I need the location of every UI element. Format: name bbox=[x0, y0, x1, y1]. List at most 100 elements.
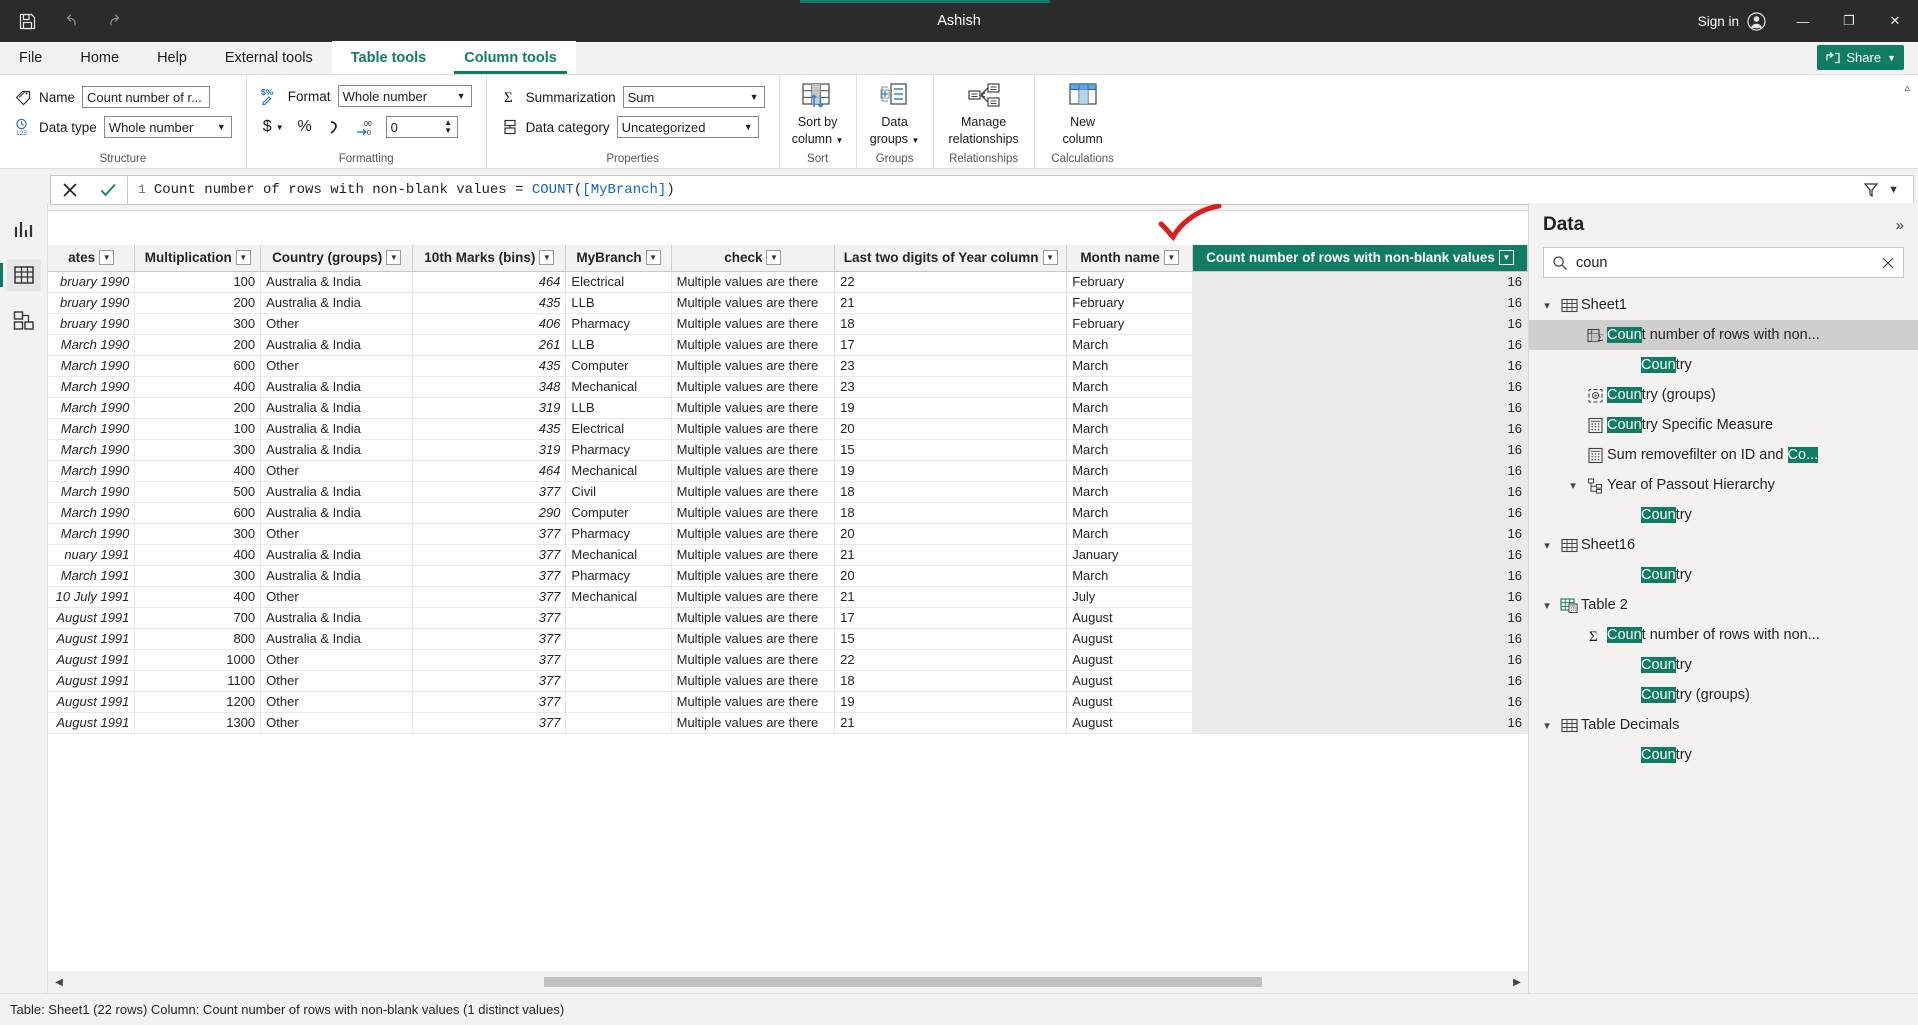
chevron-down-icon[interactable]: ▼ bbox=[1886, 184, 1907, 196]
table-cell[interactable]: Mechanical bbox=[565, 586, 672, 608]
chevron-down-icon[interactable]: ▾ bbox=[1537, 599, 1557, 612]
table-cell[interactable]: Australia & India bbox=[260, 334, 414, 356]
table-cell[interactable]: 600 bbox=[134, 502, 262, 524]
table-cell[interactable]: 300 bbox=[134, 565, 262, 587]
minimize-button[interactable]: — bbox=[1780, 0, 1826, 42]
column-filter-icon[interactable]: ▼ bbox=[645, 250, 661, 266]
field-tree-item[interactable]: ▾ Sheet1 bbox=[1529, 290, 1918, 320]
table-cell[interactable]: Multiple values are there bbox=[671, 628, 836, 650]
table-cell[interactable]: Mechanical bbox=[565, 544, 672, 566]
table-cell[interactable]: Other bbox=[260, 460, 414, 482]
table-cell[interactable]: Pharmacy bbox=[565, 523, 672, 545]
table-cell[interactable]: 435 bbox=[412, 418, 567, 440]
table-row[interactable]: March 1990 200 Australia & India 319 LLB Mult… bbox=[48, 397, 1528, 419]
table-cell[interactable]: 16 bbox=[1192, 460, 1528, 482]
column-filter-icon[interactable]: ▼ bbox=[1163, 250, 1179, 266]
data-category-select[interactable]: Uncategorized ▼ bbox=[616, 116, 759, 138]
table-cell[interactable]: January bbox=[1066, 544, 1193, 566]
column-header[interactable]: Multiplication ▼ bbox=[134, 245, 262, 272]
table-cell[interactable]: 700 bbox=[134, 607, 262, 629]
table-cell[interactable]: March bbox=[1066, 481, 1193, 503]
new-column-button[interactable]: New column bbox=[1035, 75, 1131, 149]
table-cell[interactable]: Other bbox=[260, 313, 414, 335]
table-cell[interactable]: bruary 1990 bbox=[48, 313, 136, 335]
thousands-separator-button[interactable] bbox=[324, 115, 344, 139]
table-cell[interactable]: 400 bbox=[134, 460, 262, 482]
table-cell[interactable]: 19 bbox=[834, 691, 1068, 713]
table-row[interactable]: March 1990 200 Australia & India 261 LLB Mult… bbox=[48, 334, 1528, 356]
table-cell[interactable]: August bbox=[1066, 649, 1193, 671]
table-cell[interactable]: Australia & India bbox=[260, 628, 414, 650]
table-cell[interactable]: Other bbox=[260, 670, 414, 692]
data-grid[interactable]: ates ▼ Multiplication ▼ Country (groups) ▼ 10t… bbox=[48, 245, 1528, 971]
table-row[interactable]: March 1990 300 Australia & India 319 Pharmac… bbox=[48, 439, 1528, 461]
table-cell[interactable]: 10 July 1991 bbox=[48, 586, 136, 608]
table-cell[interactable]: August 1991 bbox=[48, 670, 136, 692]
sign-in-button[interactable]: Sign in bbox=[1684, 0, 1780, 42]
table-cell[interactable]: Australia & India bbox=[260, 376, 414, 398]
table-cell[interactable]: Multiple values are there bbox=[671, 712, 836, 734]
table-cell[interactable]: Australia & India bbox=[260, 565, 414, 587]
table-cell[interactable]: Computer bbox=[565, 355, 672, 377]
close-button[interactable]: ✕ bbox=[1872, 0, 1918, 42]
field-tree-item[interactable]: Sum removefilter on ID and Co... bbox=[1529, 440, 1918, 470]
table-cell[interactable]: March bbox=[1066, 376, 1193, 398]
table-cell[interactable]: March 1990 bbox=[48, 439, 136, 461]
chevron-down-icon[interactable]: ▾ bbox=[1563, 479, 1583, 492]
table-cell[interactable]: 22 bbox=[834, 649, 1068, 671]
table-cell[interactable]: Multiple values are there bbox=[671, 376, 836, 398]
table-cell[interactable]: 16 bbox=[1192, 439, 1528, 461]
undo-icon[interactable] bbox=[56, 6, 86, 36]
save-icon[interactable] bbox=[12, 6, 42, 36]
table-cell[interactable]: Australia & India bbox=[260, 271, 414, 293]
field-tree-item[interactable]: ▾ Table 2 bbox=[1529, 590, 1918, 620]
table-cell[interactable]: 377 bbox=[412, 607, 567, 629]
stepper-arrows[interactable]: ▲ ▼ bbox=[443, 119, 454, 135]
table-cell[interactable]: 377 bbox=[412, 481, 567, 503]
table-cell[interactable]: March 1990 bbox=[48, 397, 136, 419]
horizontal-scrollbar[interactable]: ◀ ▶ bbox=[48, 971, 1528, 993]
table-cell[interactable]: Australia & India bbox=[260, 502, 414, 524]
table-cell[interactable]: 16 bbox=[1192, 649, 1528, 671]
table-row[interactable]: nuary 1991 400 Australia & India 377 Mechani… bbox=[48, 544, 1528, 566]
table-row[interactable]: August 1991 1200 Other 377 Multiple values a… bbox=[48, 691, 1528, 713]
clear-icon[interactable] bbox=[1881, 256, 1895, 270]
table-row[interactable]: August 1991 700 Australia & India 377 Multip… bbox=[48, 607, 1528, 629]
table-cell[interactable]: August 1991 bbox=[48, 649, 136, 671]
table-cell[interactable]: 300 bbox=[134, 313, 262, 335]
table-cell[interactable]: 16 bbox=[1192, 481, 1528, 503]
table-cell[interactable]: 377 bbox=[412, 544, 567, 566]
report-view-icon[interactable] bbox=[7, 213, 41, 245]
table-cell[interactable]: 400 bbox=[134, 544, 262, 566]
table-cell[interactable]: February bbox=[1066, 271, 1193, 293]
field-tree-item[interactable]: Country Specific Measure bbox=[1529, 410, 1918, 440]
field-tree-item[interactable]: Country bbox=[1529, 560, 1918, 590]
column-header[interactable]: Count number of rows with non-blank valu… bbox=[1192, 245, 1528, 272]
summarization-select[interactable]: Sum ▼ bbox=[622, 86, 765, 108]
table-cell[interactable]: 400 bbox=[134, 376, 262, 398]
table-row[interactable]: 10 July 1991 400 Other 377 Mechanical Multipl… bbox=[48, 586, 1528, 608]
table-cell[interactable]: 17 bbox=[834, 334, 1068, 356]
table-cell[interactable]: March bbox=[1066, 460, 1193, 482]
table-cell[interactable]: 400 bbox=[134, 586, 262, 608]
table-cell[interactable]: March 1990 bbox=[48, 418, 136, 440]
table-cell[interactable]: 19 bbox=[834, 397, 1068, 419]
table-cell[interactable]: 16 bbox=[1192, 565, 1528, 587]
table-cell[interactable]: Multiple values are there bbox=[671, 292, 836, 314]
table-cell[interactable]: 200 bbox=[134, 334, 262, 356]
table-cell[interactable]: Multiple values are there bbox=[671, 607, 836, 629]
table-cell[interactable]: 16 bbox=[1192, 271, 1528, 293]
table-cell[interactable]: bruary 1990 bbox=[48, 292, 136, 314]
data-view-icon[interactable] bbox=[0, 259, 41, 291]
table-cell[interactable]: March 1990 bbox=[48, 502, 136, 524]
commit-icon[interactable] bbox=[89, 176, 127, 204]
table-cell[interactable]: August 1991 bbox=[48, 607, 136, 629]
table-cell[interactable]: Australia & India bbox=[260, 544, 414, 566]
table-cell[interactable]: 16 bbox=[1192, 355, 1528, 377]
table-cell[interactable]: March bbox=[1066, 439, 1193, 461]
field-tree-item[interactable]: Country (groups) bbox=[1529, 380, 1918, 410]
table-cell[interactable]: 377 bbox=[412, 649, 567, 671]
table-row[interactable]: bruary 1990 300 Other 406 Pharmacy Multiple v… bbox=[48, 313, 1528, 335]
table-cell[interactable]: 21 bbox=[834, 586, 1068, 608]
table-cell[interactable]: 15 bbox=[834, 439, 1068, 461]
